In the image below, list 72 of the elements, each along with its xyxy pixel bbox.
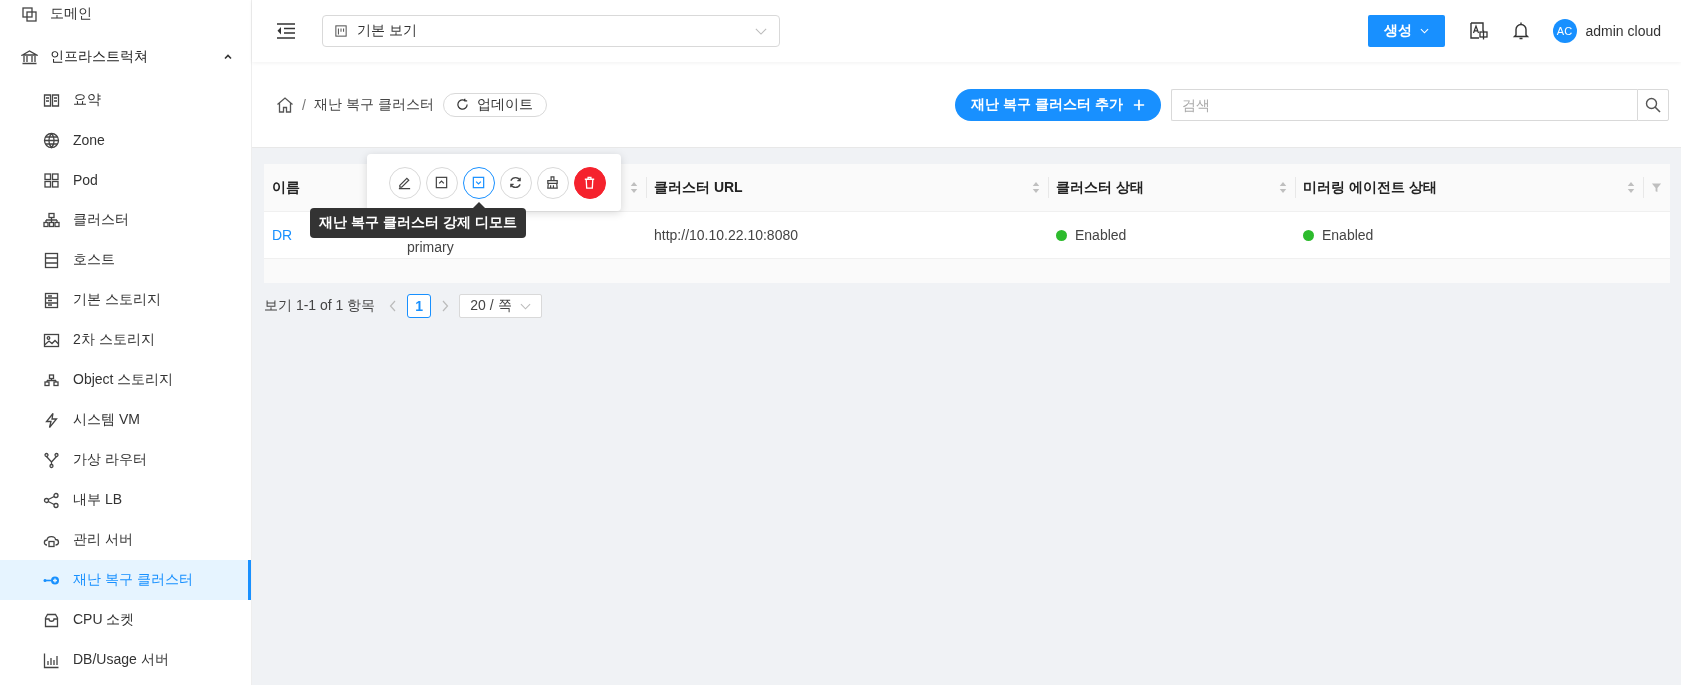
clean-button[interactable] <box>536 166 569 199</box>
server-icon <box>43 251 60 269</box>
bar-chart-icon <box>43 651 60 669</box>
table-cell: http://10.10.22.10:8080 <box>654 227 798 243</box>
down-square-icon <box>471 175 486 190</box>
sync-icon <box>508 175 523 190</box>
sidebar-item[interactable]: 요약 <box>0 80 251 120</box>
sidebar-item[interactable]: 클러스터 <box>0 200 251 240</box>
plus-icon <box>1133 98 1145 111</box>
sidebar-item[interactable]: 도메인 <box>0 0 251 34</box>
sidebar-item[interactable]: 기본 스토리지 <box>0 280 251 320</box>
bank-icon <box>21 48 38 66</box>
status-text: Enabled <box>1075 227 1127 243</box>
sidebar-item[interactable]: Pod <box>0 160 251 200</box>
hierarchy-icon <box>43 371 60 389</box>
home-icon[interactable] <box>276 95 294 114</box>
copy-icon <box>21 5 38 23</box>
sidebar-item[interactable]: 관리 서버 <box>0 520 251 560</box>
refresh-icon <box>455 98 469 111</box>
caret-down-icon <box>1419 28 1429 34</box>
broom-icon <box>545 175 560 190</box>
delete-button[interactable] <box>573 166 606 199</box>
book-icon <box>43 91 60 109</box>
column-header: 클러스터 상태 <box>1056 178 1144 197</box>
sidebar-item[interactable]: 2차 스토리지 <box>0 320 251 360</box>
pagination-summary: 보기 1-1 of 1 항목 <box>264 297 376 315</box>
trash-icon <box>582 175 597 190</box>
status-text: Enabled <box>1322 227 1374 243</box>
chevron-down-icon <box>519 302 531 310</box>
sidebar-item[interactable]: 인프라스트럭쳐 <box>0 37 251 77</box>
globe-icon <box>43 131 60 149</box>
menu-collapse-icon[interactable] <box>276 23 296 39</box>
up-square-icon <box>434 175 449 190</box>
sidebar-item[interactable]: DB/Usage 서버 <box>0 640 251 680</box>
refresh-button[interactable]: 업데이트 <box>442 92 547 117</box>
breadcrumb-separator: / <box>302 96 306 113</box>
column-header: 미러링 에이전트 상태 <box>1303 178 1437 197</box>
translate-icon[interactable] <box>1468 21 1489 41</box>
sidebar-item[interactable]: CPU 소켓 <box>0 600 251 640</box>
lightning-icon <box>43 411 60 429</box>
search-field[interactable]: 검색 <box>1171 88 1637 121</box>
grid-icon <box>43 171 60 189</box>
table-cell: primary <box>407 239 454 255</box>
sidebar-item[interactable]: 호스트 <box>0 240 251 280</box>
bell-icon[interactable] <box>1510 21 1531 41</box>
breadcrumb-item: 재난 복구 클러스터 <box>313 95 434 114</box>
page-size-select[interactable]: 20 / 쪽 <box>459 294 542 318</box>
column-header: 이름 <box>272 178 300 197</box>
sync-button[interactable] <box>499 166 532 199</box>
sidebar-item[interactable]: 가상 라우터 <box>0 440 251 480</box>
search-button[interactable] <box>1637 88 1669 121</box>
chevron-down-icon <box>755 27 767 35</box>
image-icon <box>43 331 60 349</box>
layout-icon <box>335 25 347 37</box>
column-header: 클러스터 URL <box>654 178 743 197</box>
user-name[interactable]: admin cloud <box>1585 23 1661 39</box>
sidebar-item[interactable]: 시스템 VM <box>0 400 251 440</box>
fork-icon <box>43 451 60 469</box>
search-icon <box>1645 96 1661 113</box>
share-icon <box>43 491 60 509</box>
inbox-icon <box>43 611 60 629</box>
server-icon <box>43 291 60 309</box>
sidebar-item[interactable]: 내부 LB <box>0 480 251 520</box>
edit-button[interactable] <box>388 166 421 199</box>
promote-button[interactable] <box>425 166 458 199</box>
sidebar-item[interactable]: Zone <box>0 120 251 160</box>
hierarchy-icon <box>43 211 60 229</box>
pencil-icon <box>397 175 412 190</box>
caret-up-icon <box>223 52 233 62</box>
sidebar-item[interactable]: Object 스토리지 <box>0 360 251 400</box>
tooltip: 재난 복구 클러스터 강제 디모트 <box>310 202 526 238</box>
view-select[interactable]: 기본 보기 <box>322 15 780 47</box>
